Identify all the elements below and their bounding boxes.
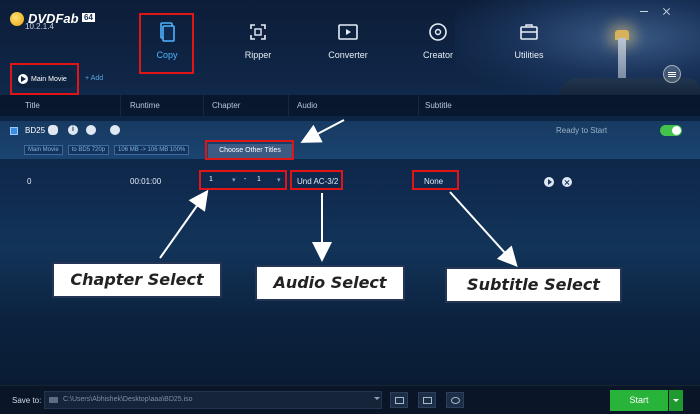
refresh-icon[interactable] bbox=[446, 392, 464, 408]
annotation-layer bbox=[159, 119, 518, 267]
highlight-chapter bbox=[199, 170, 287, 190]
annotation-arrow bbox=[300, 119, 345, 143]
audio-select-callout: Audio Select bbox=[255, 265, 405, 301]
start-dropdown-icon[interactable] bbox=[669, 390, 683, 411]
highlight-audio bbox=[290, 170, 343, 190]
folder-icon[interactable] bbox=[390, 392, 408, 408]
dvdfab-window: DVDFab 64 10.2.1.4 Copy Ripper Converter bbox=[0, 0, 700, 414]
highlight-copy bbox=[139, 13, 194, 74]
highlight-choose-titles bbox=[205, 140, 294, 160]
highlight-subtitle bbox=[412, 170, 459, 190]
annotation-arrow bbox=[449, 191, 518, 267]
start-button[interactable]: Start bbox=[610, 390, 668, 411]
iso-icon[interactable] bbox=[418, 392, 436, 408]
path-dropdown-icon[interactable] bbox=[374, 397, 380, 400]
save-to-label: Save to: bbox=[12, 396, 42, 405]
chapter-select-callout: Chapter Select bbox=[52, 262, 222, 298]
annotation-arrow bbox=[159, 189, 209, 259]
highlight-main-movie bbox=[10, 63, 79, 95]
output-path-input[interactable]: C:\Users\Abhishek\Desktop\aaa\BD25.iso bbox=[44, 391, 382, 409]
bottom-bar: Save to: C:\Users\Abhishek\Desktop\aaa\B… bbox=[0, 385, 700, 414]
subtitle-select-callout: Subtitle Select bbox=[445, 267, 622, 303]
